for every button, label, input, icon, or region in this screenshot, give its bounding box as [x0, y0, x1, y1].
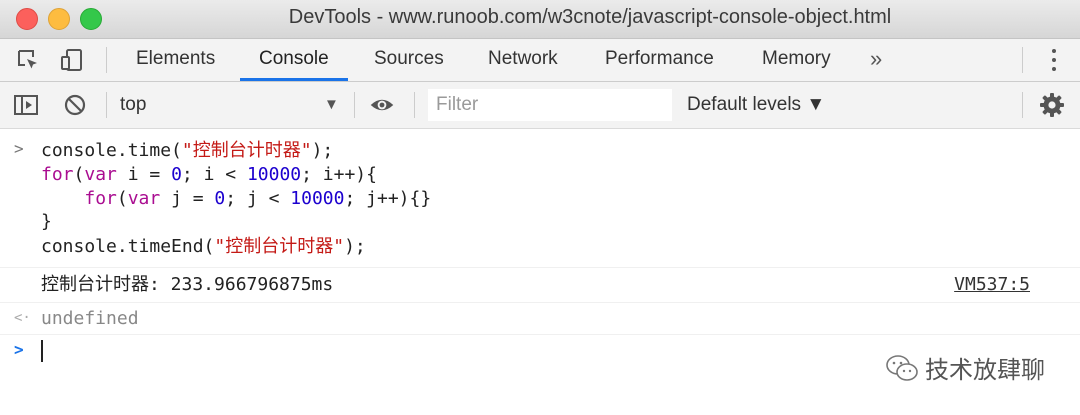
tab-memory[interactable]: Memory	[762, 39, 831, 81]
window-title: DevTools - www.runoob.com/w3cnote/javasc…	[288, 6, 892, 28]
console-messages: > console.time("控制台计时器"); for(var i = 0;…	[0, 129, 1080, 415]
tabbar-separator	[106, 47, 107, 73]
clear-console-icon[interactable]	[62, 92, 88, 118]
minimize-window-button[interactable]	[48, 8, 70, 30]
code-line-2: for(var i = 0; i < 10000; i++){	[41, 164, 377, 185]
code-line-4: }	[41, 211, 52, 232]
watermark-text: 技术放肆聊	[925, 356, 1045, 384]
live-expression-eye-icon[interactable]	[369, 92, 395, 118]
more-options-icon[interactable]	[1044, 47, 1064, 73]
message-divider	[0, 267, 1080, 268]
context-dropdown-icon[interactable]: ▼	[324, 82, 339, 128]
message-divider-2	[0, 302, 1080, 303]
tab-sources[interactable]: Sources	[374, 39, 444, 81]
code-line-3: for(var j = 0; j < 10000; j++){}	[84, 188, 432, 209]
show-sidebar-icon[interactable]	[13, 92, 39, 118]
return-arrow-icon: <·	[14, 310, 31, 326]
source-link[interactable]: VM537:5	[954, 274, 1030, 295]
toolbar-separator-2	[354, 92, 355, 118]
console-input-caret[interactable]	[41, 340, 43, 362]
console-toolbar: top ▼ Filter Default levels ▼	[0, 82, 1080, 129]
tab-performance[interactable]: Performance	[605, 39, 714, 81]
inspect-element-icon[interactable]	[15, 47, 41, 73]
timer-output: 控制台计时器: 233.966796875ms	[41, 274, 334, 295]
window-titlebar: DevTools - www.runoob.com/w3cnote/javasc…	[0, 0, 1080, 39]
devtools-tabbar: Elements Console Sources Network Perform…	[0, 39, 1080, 82]
watermark: 技术放肆聊	[885, 350, 1045, 385]
device-toolbar-icon[interactable]	[59, 47, 85, 73]
context-selector[interactable]: top	[120, 82, 146, 128]
tab-console[interactable]: Console	[240, 39, 348, 81]
tabbar-separator-right	[1022, 47, 1023, 73]
log-levels-dropdown[interactable]: Default levels ▼	[687, 82, 825, 128]
return-value: undefined	[41, 308, 139, 329]
code-line-5: console.timeEnd("控制台计时器");	[41, 236, 366, 257]
toolbar-separator-4	[1022, 92, 1023, 118]
wechat-icon	[886, 354, 918, 381]
filter-input[interactable]: Filter	[428, 89, 672, 121]
prompt-chevron-icon: >	[14, 340, 24, 359]
toolbar-separator	[106, 92, 107, 118]
more-tabs-button[interactable]: »	[870, 39, 882, 81]
toolbar-separator-3	[414, 92, 415, 118]
code-line-1: console.time("控制台计时器");	[41, 140, 334, 161]
input-chevron-icon: >	[14, 139, 24, 158]
close-window-button[interactable]	[16, 8, 38, 30]
console-settings-gear-icon[interactable]	[1039, 92, 1065, 118]
zoom-window-button[interactable]	[80, 8, 102, 30]
tab-network[interactable]: Network	[488, 39, 558, 81]
tab-elements[interactable]: Elements	[136, 39, 215, 81]
message-divider-3	[0, 334, 1080, 335]
